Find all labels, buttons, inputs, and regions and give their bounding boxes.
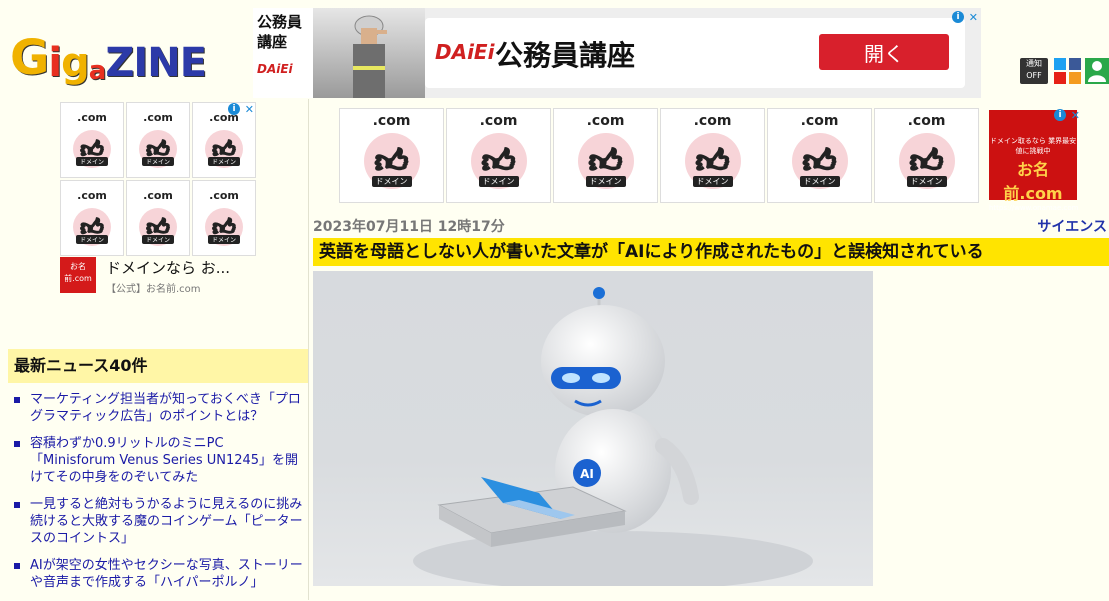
onamae-tagline: ドメイン取るなら 業界最安値に挑戦中 xyxy=(989,137,1077,155)
social-icons xyxy=(1054,58,1081,70)
onamae-ad[interactable]: ドメイン取るなら 業界最安値に挑戦中 お名前.com https://www.o… xyxy=(989,110,1078,212)
ad-headline: 公務員講座 xyxy=(495,39,636,72)
notify-label: 通知 xyxy=(1026,59,1042,68)
list-item: AIが架空の女性やセクシーな写真、ストーリーや音声まで作成する「ハイパーポルノ」 xyxy=(14,557,304,591)
logo-letter: N xyxy=(147,40,180,86)
domain-tile[interactable]: .com 👍︎ ドメイン xyxy=(446,108,551,203)
news-link[interactable]: AIが架空の女性やセクシーな写真、ストーリーや音声まで作成する「ハイパーポルノ」 xyxy=(30,558,303,590)
ad-left-panel: 公務員 講座 DAiEi xyxy=(253,8,313,98)
thumbs-up-icon: 👍︎ xyxy=(481,141,516,181)
ad-main-panel: DAiEi 公務員講座 開く xyxy=(425,18,965,88)
rss-icon[interactable] xyxy=(1069,72,1081,84)
text-ad[interactable]: お名前.com ドメインなら お... 【公式】お名前.com xyxy=(60,257,256,297)
close-icon[interactable]: ✕ xyxy=(969,11,978,24)
close-icon[interactable]: ✕ xyxy=(1071,109,1080,122)
news-list: マーケティング担当者が知っておくべき「プログラマティック広告」のポイントとは？ … xyxy=(14,391,304,601)
list-item: 一見すると絶対もうかるように見えるのに挑み続けると大敗する魔のコインゲーム「ピー… xyxy=(14,496,304,547)
domain-tile[interactable]: .com 👍︎ ドメイン xyxy=(767,108,872,203)
thumbs-up-icon: 👍︎ xyxy=(695,141,730,181)
domain-ad-row[interactable]: .com 👍︎ ドメイン .com 👍︎ ドメイン .com 👍︎ ドメイン .com 👍︎ ド… xyxy=(339,108,979,203)
domain-tile[interactable]: .com 👍︎ ドメイン xyxy=(126,102,190,178)
domain-tile[interactable]: .com 👍︎ ドメイン xyxy=(126,180,190,256)
article-hero-image: AI xyxy=(313,271,873,586)
article-date: 2023年07月11日 12時17分 xyxy=(313,219,505,235)
domain-tile[interactable]: .com 👍︎ ドメイン xyxy=(660,108,765,203)
onamae-logo: お名前.com xyxy=(60,257,96,293)
site-logo[interactable]: G i g a Z I N E xyxy=(10,30,207,86)
ai-badge: AI xyxy=(580,467,594,481)
text-ad-title[interactable]: ドメインなら お... xyxy=(106,257,230,278)
domain-ad-grid[interactable]: .com 👍︎ ドメイン .com 👍︎ ドメイン .com 👍︎ ドメイン .com 👍︎ ド… xyxy=(60,102,256,256)
ad-left-text: 公務員 講座 xyxy=(257,13,303,51)
social-icons-2 xyxy=(1054,72,1081,84)
left-column: .com 👍︎ ドメイン .com 👍︎ ドメイン .com 👍︎ ドメイン .com 👍︎ ド… xyxy=(0,99,309,600)
logo-letter: i xyxy=(48,40,62,86)
domain-tile[interactable]: .com 👍︎ ドメイン xyxy=(553,108,658,203)
domain-tile[interactable]: .com 👍︎ ドメイン xyxy=(192,180,256,256)
logo-letter: I xyxy=(133,40,148,86)
notify-state: OFF xyxy=(1026,71,1042,80)
domain-tile[interactable]: .com 👍︎ ドメイン xyxy=(60,180,124,256)
user-icon[interactable] xyxy=(1085,58,1109,84)
logo-letter: E xyxy=(179,40,207,86)
facebook-icon[interactable] xyxy=(1069,58,1081,70)
top-banner-ad[interactable]: 公務員 講座 DAiEi DAiEi 公務員講座 開く xyxy=(253,8,981,98)
adchoices-icon[interactable]: i ✕ xyxy=(228,102,254,116)
ad-open-button[interactable]: 開く xyxy=(819,34,949,70)
news-link[interactable]: 一見すると絶対もうかるように見えるのに挑み続けると大敗する魔のコインゲーム「ピー… xyxy=(30,497,303,546)
list-item: 容積わずか0.9リットルのミニPC「Minisforum Venus Serie… xyxy=(14,435,304,486)
daiei-mini-logo: DAiEi xyxy=(257,62,293,76)
logo-letter: g xyxy=(61,40,90,86)
youtube-icon[interactable] xyxy=(1054,72,1066,84)
domain-tile[interactable]: .com 👍︎ ドメイン xyxy=(339,108,444,203)
news-heading: 最新ニュース40件 xyxy=(8,349,308,383)
logo-letter: Z xyxy=(105,40,134,86)
firefighter-image xyxy=(353,15,387,98)
thumbs-up-icon: 👍︎ xyxy=(374,141,409,181)
domain-tile[interactable]: .com 👍︎ ドメイン xyxy=(874,108,979,203)
ad-photo xyxy=(313,8,425,98)
adchoices-icon[interactable]: i ✕ xyxy=(952,10,978,24)
text-ad-source: 【公式】お名前.com xyxy=(106,284,201,295)
list-item: マーケティング担当者が知っておくべき「プログラマティック広告」のポイントとは？ xyxy=(14,391,304,425)
notification-toggle[interactable]: 通知 OFF xyxy=(1020,58,1048,84)
domain-tile[interactable]: .com 👍︎ ドメイン xyxy=(60,102,124,178)
onamae-url: https://www.onamae.com xyxy=(989,204,1079,212)
news-link[interactable]: 容積わずか0.9リットルのミニPC「Minisforum Venus Serie… xyxy=(30,436,298,485)
twitter-icon[interactable] xyxy=(1054,58,1066,70)
logo-letter: a xyxy=(88,56,107,86)
adchoices-icon[interactable]: i ✕ xyxy=(1054,108,1080,122)
thumbs-up-icon: 👍︎ xyxy=(802,141,837,181)
robot-illustration: AI xyxy=(413,287,813,586)
close-icon[interactable]: ✕ xyxy=(245,103,254,116)
news-link[interactable]: マーケティング担当者が知っておくべき「プログラマティック広告」のポイントとは？ xyxy=(30,392,301,424)
article-title: 英語を母語としない人が書いた文章が「AIにより作成されたもの」と誤検知されている xyxy=(313,238,1109,266)
onamae-brand: お名前.com xyxy=(1003,160,1063,203)
thumbs-up-icon: 👍︎ xyxy=(588,141,623,181)
thumbs-up-icon: 👍︎ xyxy=(909,141,944,181)
logo-letter: G xyxy=(10,30,49,86)
article-category[interactable]: サイエンス xyxy=(1037,216,1107,236)
daiei-logo: DAiEi xyxy=(435,40,495,64)
